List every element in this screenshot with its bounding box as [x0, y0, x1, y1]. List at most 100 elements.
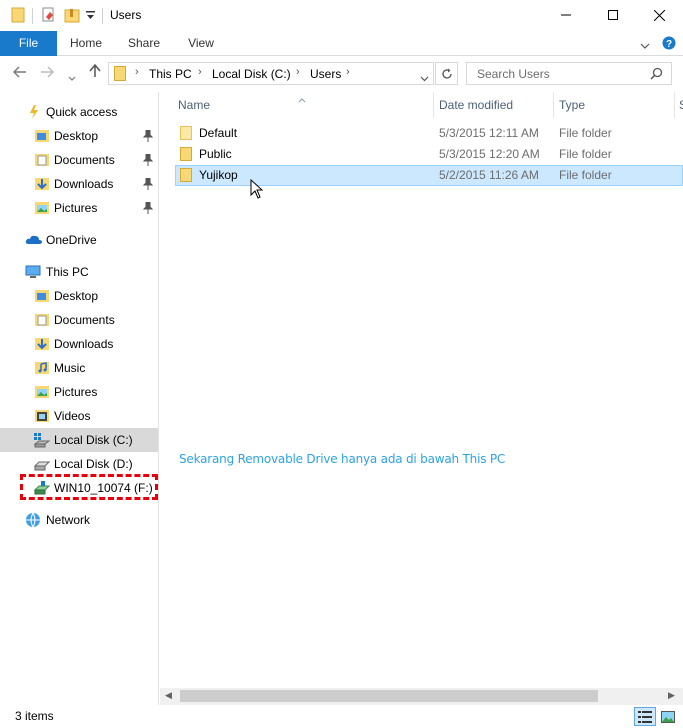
nav-label: Local Disk (C:): [54, 433, 133, 447]
large-icons-view-button[interactable]: [657, 707, 679, 726]
nav-onedrive[interactable]: OneDrive: [0, 228, 158, 252]
status-bar: 3 items: [0, 705, 683, 728]
nav-pc-documents[interactable]: Documents: [0, 308, 158, 332]
tab-home[interactable]: Home: [57, 31, 115, 56]
expand-ribbon-icon[interactable]: [640, 39, 650, 53]
breadcrumb-local-disk[interactable]: Local Disk (C:): [212, 67, 291, 81]
scrollbar-thumb[interactable]: [180, 690, 598, 702]
address-bar[interactable]: › This PC › Local Disk (C:) › Users ›: [108, 62, 434, 85]
nav-quick-desktop[interactable]: Desktop: [0, 124, 158, 148]
music-folder-icon: [34, 360, 50, 376]
close-button[interactable]: [637, 0, 682, 30]
new-folder-icon[interactable]: [64, 7, 80, 26]
column-header-date-modified[interactable]: Date modified: [439, 98, 513, 112]
nav-label: Downloads: [54, 337, 114, 351]
pin-icon: [143, 154, 153, 166]
file-name: Default: [199, 126, 238, 140]
documents-folder-icon: [34, 312, 50, 328]
nav-quick-access[interactable]: Quick access: [0, 100, 158, 124]
nav-label: This PC: [46, 265, 89, 279]
nav-label: Local Disk (D:): [54, 457, 133, 471]
nav-network[interactable]: Network: [0, 508, 158, 532]
nav-pc-downloads[interactable]: Downloads: [0, 332, 158, 356]
videos-folder-icon: [34, 408, 50, 424]
recent-locations-icon[interactable]: [68, 69, 76, 85]
column-header-name[interactable]: Name: [178, 98, 210, 112]
address-dropdown-icon[interactable]: [420, 71, 429, 85]
forward-button[interactable]: [40, 65, 55, 81]
scroll-left-icon[interactable]: ◀: [165, 690, 172, 701]
refresh-button[interactable]: [435, 62, 458, 85]
tab-file[interactable]: File: [0, 31, 57, 56]
tab-share[interactable]: Share: [115, 31, 173, 56]
item-count: 3 items: [15, 709, 54, 723]
nav-quick-pictures[interactable]: Pictures: [0, 196, 158, 220]
breadcrumb-users[interactable]: Users: [310, 67, 341, 81]
file-type: File folder: [559, 126, 612, 140]
back-button[interactable]: [12, 65, 27, 81]
help-icon[interactable]: ?: [662, 36, 676, 53]
folder-icon: [180, 126, 192, 143]
column-header-size[interactable]: S: [679, 98, 683, 112]
nav-label: Pictures: [54, 201, 98, 215]
sort-ascending-icon: [298, 92, 306, 106]
nav-pc-local-disk-d[interactable]: Local Disk (D:): [0, 452, 158, 476]
minimize-button[interactable]: [543, 0, 588, 30]
file-row-public[interactable]: Public 5/3/2015 12:20 AM File folder: [175, 144, 683, 165]
system-drive-icon: [33, 432, 51, 448]
column-divider[interactable]: [433, 92, 434, 118]
search-box[interactable]: Search Users: [466, 62, 672, 85]
tab-view[interactable]: View: [173, 31, 229, 56]
nav-label: OneDrive: [46, 233, 97, 247]
pin-icon: [143, 178, 153, 190]
column-header-type[interactable]: Type: [559, 98, 585, 112]
nav-pc-music[interactable]: Music: [0, 356, 158, 380]
file-row-default[interactable]: Default 5/3/2015 12:11 AM File folder: [175, 123, 683, 144]
customize-toolbar-icon[interactable]: [86, 10, 95, 24]
breadcrumb-this-pc[interactable]: This PC: [149, 67, 192, 81]
search-icon[interactable]: [650, 67, 663, 83]
column-divider[interactable]: [674, 92, 675, 118]
nav-label: Desktop: [54, 289, 99, 303]
chevron-right-icon: ›: [135, 66, 139, 78]
nav-pc-videos[interactable]: Videos: [0, 404, 158, 428]
file-date: 5/3/2015 12:20 AM: [439, 147, 540, 161]
up-button[interactable]: [89, 63, 101, 81]
details-view-button[interactable]: [634, 707, 656, 726]
navigation-bar: › This PC › Local Disk (C:) › Users › Se…: [0, 56, 683, 92]
folder-icon: [180, 168, 192, 185]
chevron-right-icon[interactable]: ›: [346, 66, 350, 78]
nav-quick-downloads[interactable]: Downloads: [0, 172, 158, 196]
nav-pc-local-disk-c[interactable]: Local Disk (C:): [0, 428, 158, 452]
column-divider[interactable]: [553, 92, 554, 118]
chevron-right-icon[interactable]: ›: [296, 66, 300, 78]
pictures-folder-icon: [34, 384, 50, 400]
nav-pc-desktop[interactable]: Desktop: [0, 284, 158, 308]
maximize-button[interactable]: [590, 0, 635, 30]
search-input[interactable]: Search Users: [477, 67, 550, 81]
file-type: File folder: [559, 168, 612, 182]
nav-label: Desktop: [54, 129, 99, 143]
chevron-right-icon[interactable]: ›: [198, 66, 202, 78]
nav-label: Pictures: [54, 385, 98, 399]
scroll-right-icon[interactable]: ▶: [668, 690, 675, 701]
nav-this-pc[interactable]: This PC: [0, 260, 158, 284]
properties-icon[interactable]: [41, 7, 57, 26]
folder-icon: [11, 7, 25, 26]
highlight-box: [20, 474, 158, 500]
nav-label: Documents: [54, 153, 115, 167]
computer-icon: [25, 264, 41, 280]
drive-icon: [33, 456, 51, 472]
nav-pc-pictures[interactable]: Pictures: [0, 380, 158, 404]
large-icons-view-icon: [661, 710, 675, 723]
navigation-pane: Quick access Desktop Documents Downloads…: [0, 92, 159, 705]
window-title: Users: [110, 8, 142, 22]
documents-folder-icon: [34, 152, 50, 168]
nav-label: Documents: [54, 313, 115, 327]
horizontal-scrollbar[interactable]: ◀ ▶: [160, 688, 683, 705]
nav-label: Downloads: [54, 177, 114, 191]
nav-quick-documents[interactable]: Documents: [0, 148, 158, 172]
quick-access-star-icon: [26, 104, 42, 120]
folder-icon: [114, 66, 126, 84]
nav-label: Videos: [54, 409, 91, 423]
